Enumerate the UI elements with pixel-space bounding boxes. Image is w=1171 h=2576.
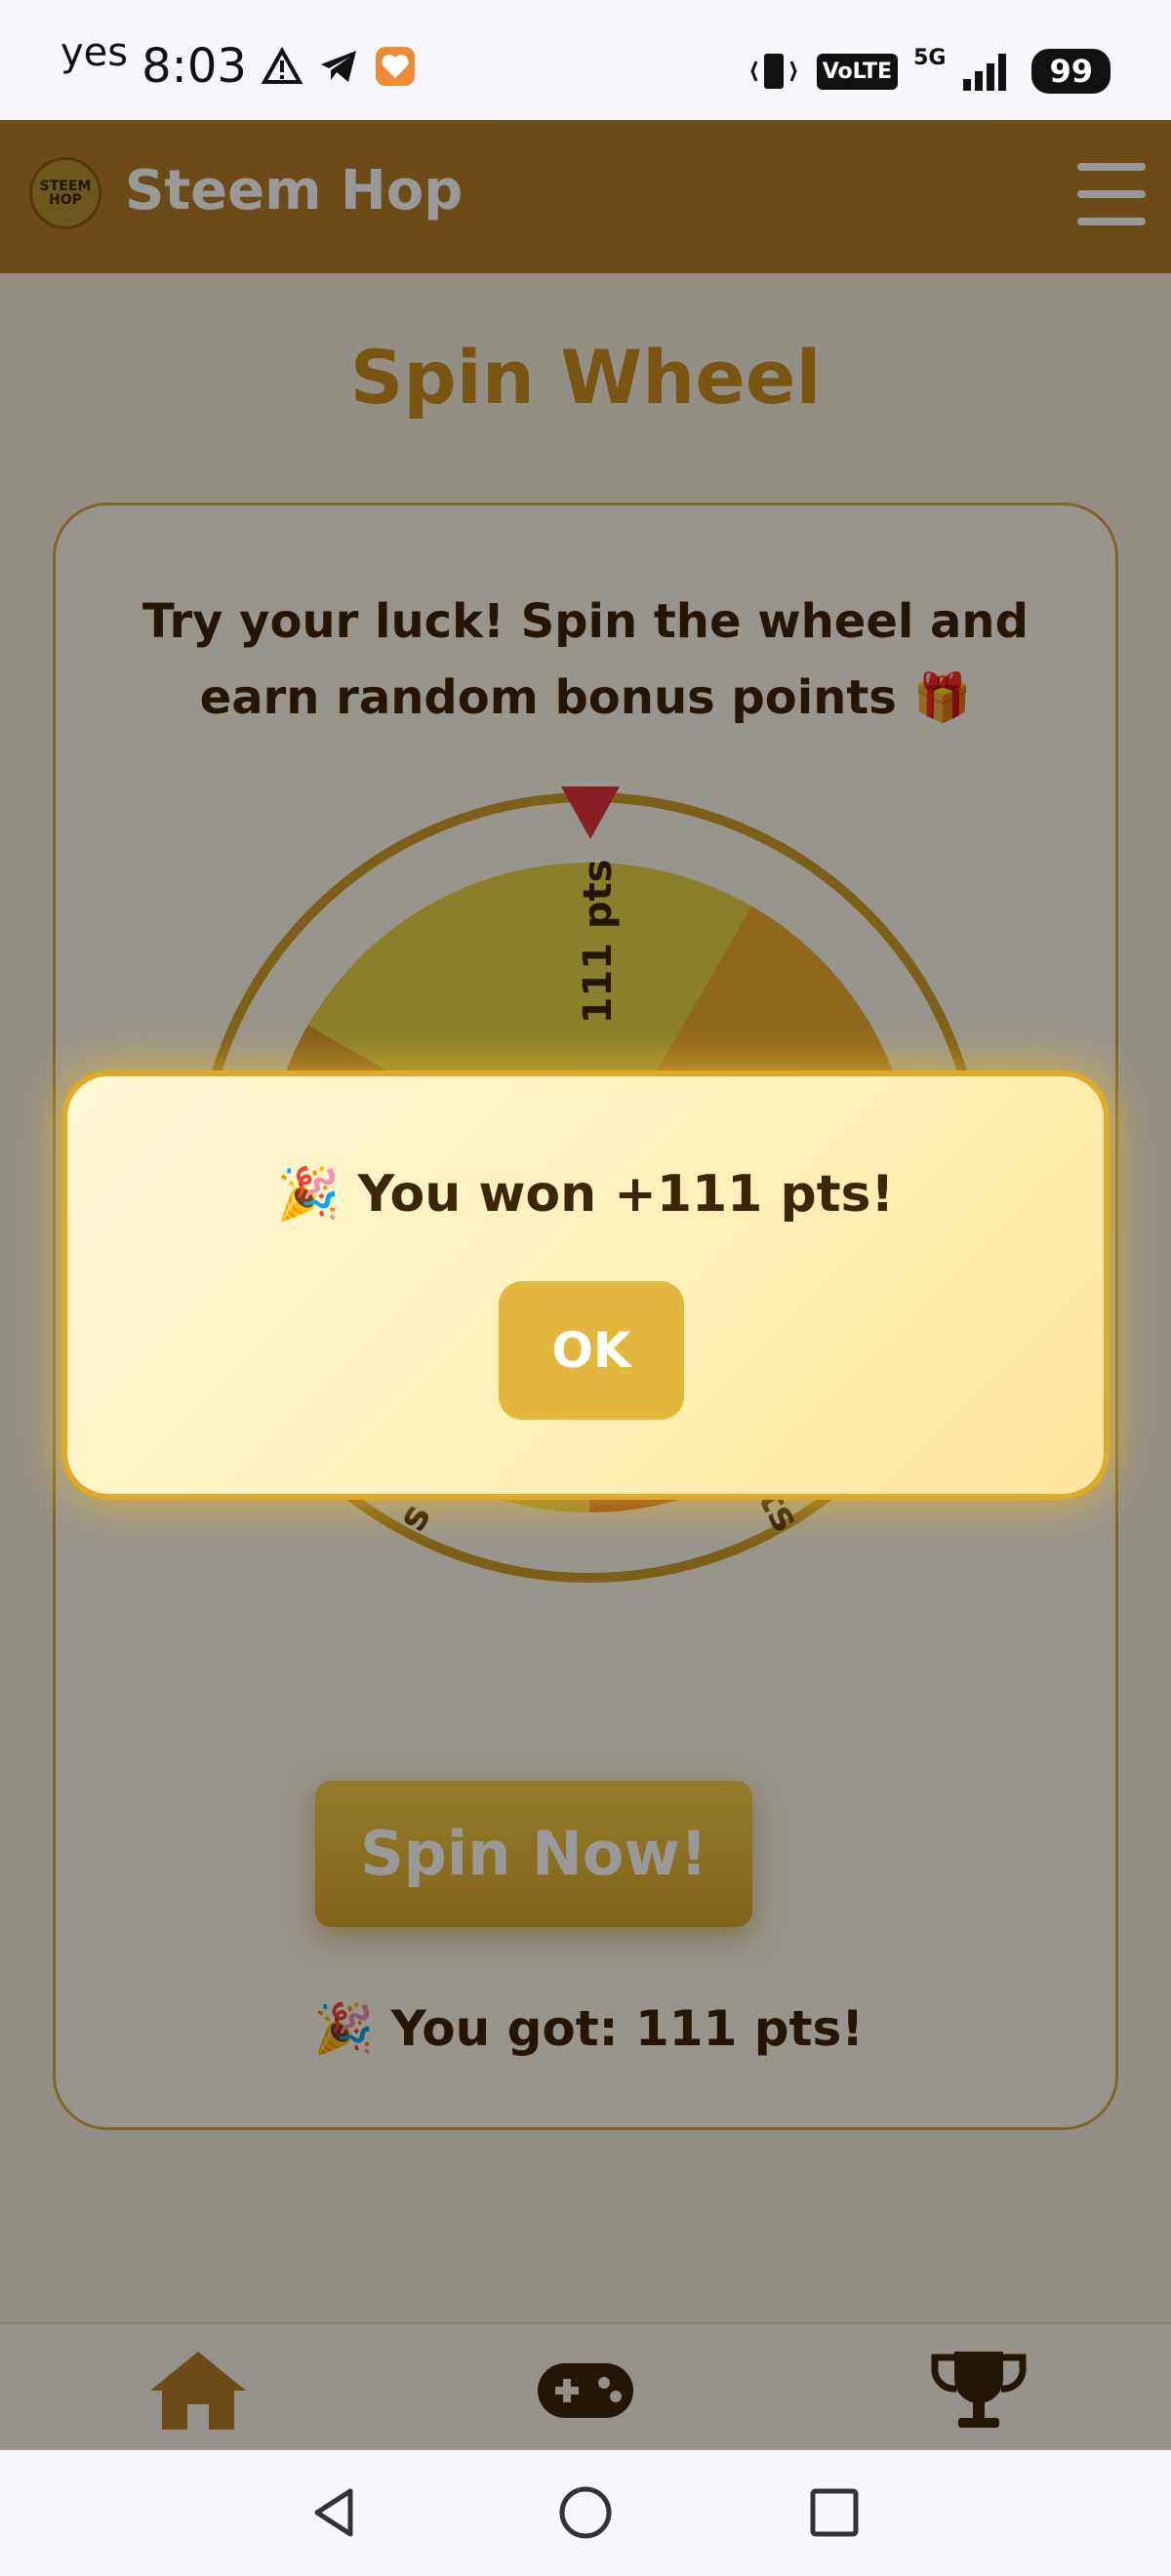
back-icon[interactable] [307, 2483, 366, 2542]
recents-icon[interactable] [805, 2483, 864, 2542]
volte-badge: VoLTE [816, 53, 899, 90]
telegram-icon [320, 51, 356, 82]
home-button-icon[interactable] [556, 2483, 615, 2542]
win-dialog: 🎉 You won +111 pts! OK [61, 1070, 1110, 1500]
system-nav-bar [0, 2450, 1171, 2576]
signal-icon [963, 54, 1007, 91]
carrier-label: yes [61, 30, 129, 75]
battery-indicator: 99 [1031, 49, 1110, 94]
app-notification-icon [375, 47, 415, 86]
ok-button[interactable]: OK [499, 1281, 684, 1420]
clock: 8:03 [141, 39, 247, 94]
network-type: 5G [913, 45, 947, 70]
dialog-message: 🎉 You won +111 pts! [276, 1165, 895, 1224]
warning-icon [261, 47, 303, 84]
status-bar: yes 8:03 VoLTE 5G 99 [0, 0, 1171, 120]
vibrate-icon [750, 54, 797, 89]
